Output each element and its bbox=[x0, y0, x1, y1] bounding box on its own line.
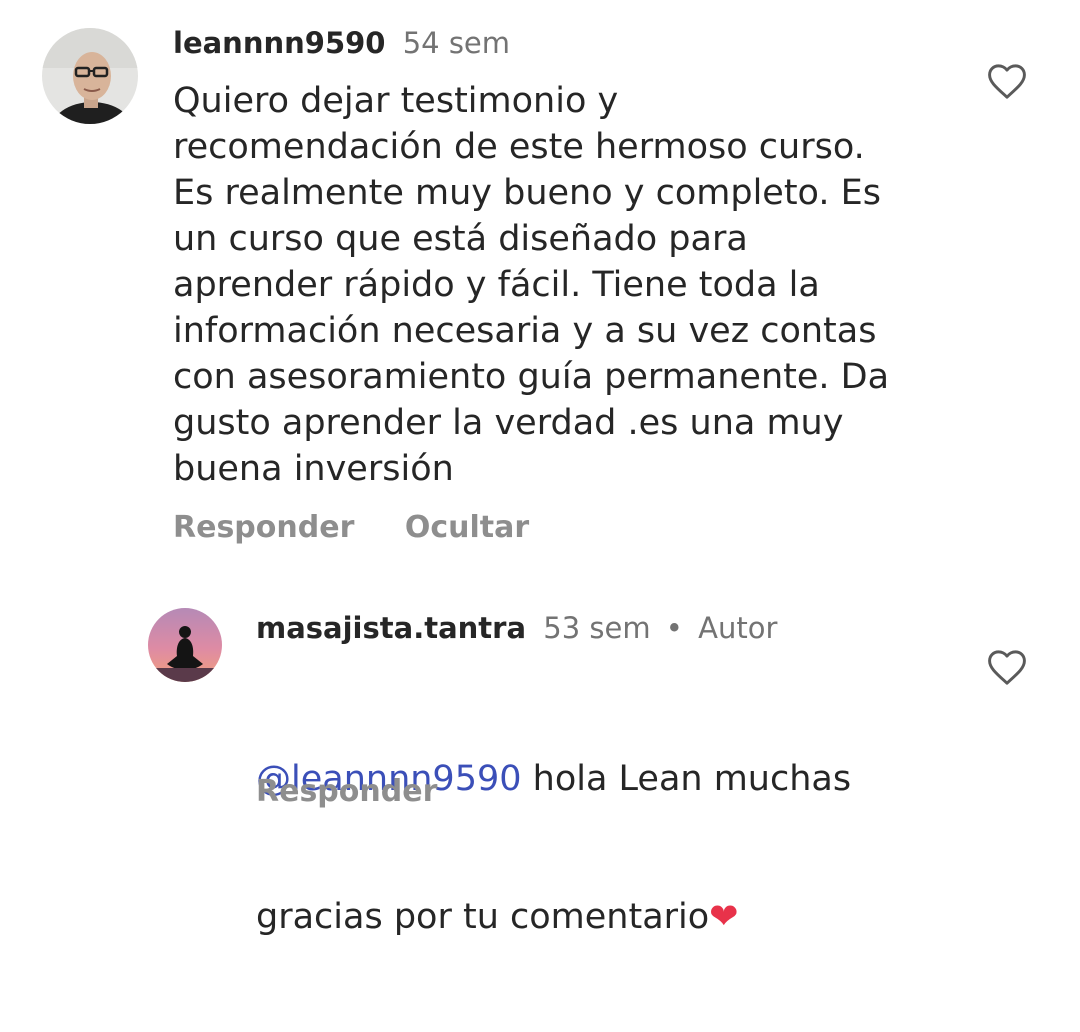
avatar[interactable] bbox=[42, 28, 138, 124]
reply-button[interactable]: Responder bbox=[173, 510, 354, 546]
heart-outline-icon[interactable] bbox=[985, 60, 1029, 104]
comment-item: leannnn9590 54 sem Quiero dejar testimon… bbox=[0, 0, 1080, 560]
heart-emoji: ❤ bbox=[709, 897, 739, 937]
author-badge: Autor bbox=[698, 611, 778, 645]
comment-header: leannnn9590 54 sem bbox=[173, 25, 510, 61]
reply-text-line1: hola Lean muchas bbox=[521, 759, 852, 799]
timestamp[interactable]: 53 sem bbox=[543, 611, 650, 645]
username[interactable]: masajista.tantra bbox=[256, 611, 526, 645]
reply-text-line2: gracias por tu comentario bbox=[256, 897, 710, 937]
username[interactable]: leannnn9590 bbox=[173, 26, 385, 60]
timestamp[interactable]: 54 sem bbox=[403, 26, 510, 60]
comment-actions: Responder Ocultar bbox=[173, 510, 569, 546]
heart-outline-icon[interactable] bbox=[985, 646, 1029, 690]
reply-button[interactable]: Responder bbox=[256, 774, 437, 810]
reply-header: masajista.tantra 53 sem • Autor bbox=[256, 610, 777, 646]
avatar[interactable] bbox=[148, 608, 222, 682]
reply-item: masajista.tantra 53 sem • Autor @leannnn… bbox=[0, 590, 1080, 937]
comment-text: Quiero dejar testimonio y recomendación … bbox=[173, 81, 890, 489]
reply-text: @leannnn9590 hola Lean muchas gracias po… bbox=[256, 664, 956, 1032]
reply-actions: Responder bbox=[256, 774, 477, 810]
hide-button[interactable]: Ocultar bbox=[405, 510, 529, 546]
separator-dot: • bbox=[665, 611, 683, 645]
